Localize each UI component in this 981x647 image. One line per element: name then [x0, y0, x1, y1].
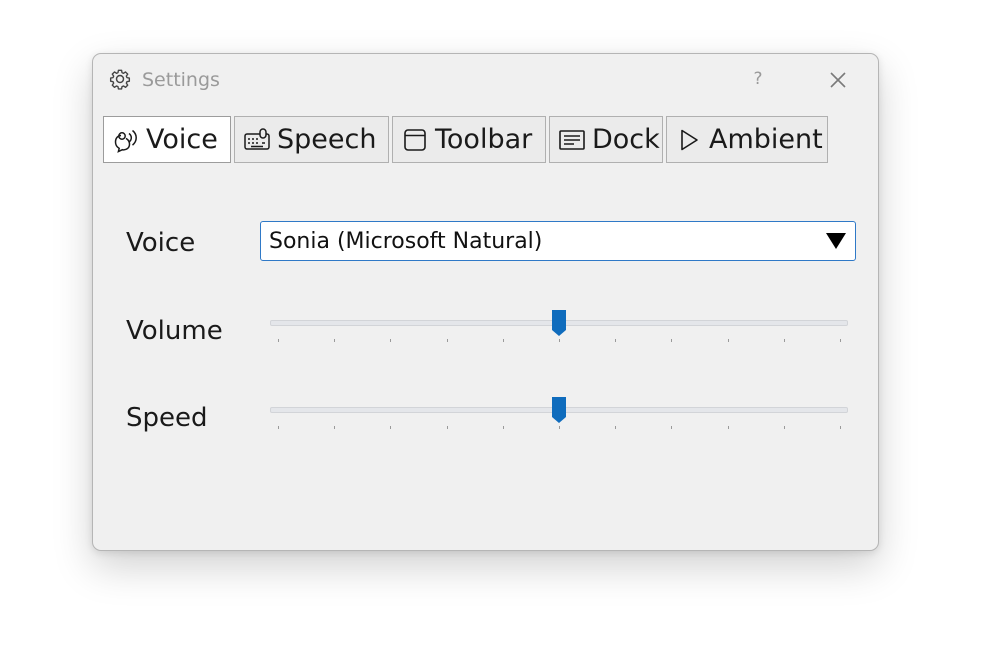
- volume-slider[interactable]: [270, 307, 850, 347]
- tab-speech-label: Speech: [277, 124, 377, 155]
- speed-slider-thumb[interactable]: [551, 396, 567, 424]
- volume-slider-tick: [502, 339, 504, 342]
- close-button[interactable]: [823, 67, 853, 93]
- tab-dock-label: Dock: [592, 124, 660, 155]
- tab-dock[interactable]: Dock: [549, 116, 663, 163]
- window-title: Settings: [142, 69, 220, 91]
- chevron-down-icon: [826, 233, 846, 249]
- window-icon: [404, 128, 426, 151]
- speed-slider-tick: [671, 426, 673, 429]
- volume-slider-ticks: [270, 339, 848, 343]
- volume-slider-tick: [559, 339, 560, 342]
- speed-slider-tick: [334, 426, 336, 429]
- speed-slider-ticks: [270, 426, 848, 430]
- speed-slider-tick: [840, 426, 841, 429]
- volume-slider-tick: [840, 339, 841, 342]
- tab-ambient[interactable]: Ambient: [666, 116, 828, 163]
- speed-slider-tick: [278, 426, 279, 429]
- speed-slider[interactable]: [270, 394, 850, 434]
- volume-slider-tick: [727, 339, 729, 342]
- volume-label: Volume: [126, 316, 223, 346]
- dock-icon: [559, 129, 585, 150]
- volume-slider-tick: [446, 339, 448, 342]
- tab-toolbar[interactable]: Toolbar: [392, 116, 546, 163]
- tab-ambient-label: Ambient: [709, 124, 823, 155]
- speed-slider-tick: [615, 426, 617, 429]
- volume-slider-tick: [390, 339, 392, 342]
- speed-slider-tick: [559, 426, 560, 429]
- keyboard-icon: [244, 127, 270, 150]
- speed-label: Speed: [126, 403, 208, 433]
- volume-slider-tick: [334, 339, 336, 342]
- speed-slider-tick: [783, 426, 785, 429]
- voice-label: Voice: [126, 228, 196, 258]
- speed-slider-tick: [502, 426, 504, 429]
- speed-slider-tick: [727, 426, 729, 429]
- tab-speech[interactable]: Speech: [234, 116, 389, 163]
- volume-slider-thumb[interactable]: [551, 309, 567, 337]
- voice-dropdown[interactable]: Sonia (Microsoft Natural): [260, 221, 856, 261]
- gear-icon: [109, 69, 131, 90]
- tab-voice[interactable]: Voice: [103, 116, 231, 163]
- volume-slider-tick: [783, 339, 785, 342]
- voice-dropdown-value: Sonia (Microsoft Natural): [269, 229, 543, 254]
- help-button[interactable]: ?: [743, 66, 773, 92]
- voice-icon: [114, 129, 137, 153]
- volume-slider-tick: [671, 339, 673, 342]
- settings-dialog: Settings ? Voice Speech Toolbar Dock Amb…: [92, 53, 879, 551]
- title-bar: Settings ?: [93, 54, 878, 104]
- volume-slider-tick: [615, 339, 617, 342]
- speed-slider-tick: [446, 426, 448, 429]
- tab-voice-label: Voice: [146, 124, 218, 155]
- close-icon: [830, 72, 846, 88]
- speed-slider-tick: [390, 426, 392, 429]
- play-icon: [681, 129, 698, 150]
- volume-slider-tick: [278, 339, 279, 342]
- tab-toolbar-label: Toolbar: [435, 124, 533, 155]
